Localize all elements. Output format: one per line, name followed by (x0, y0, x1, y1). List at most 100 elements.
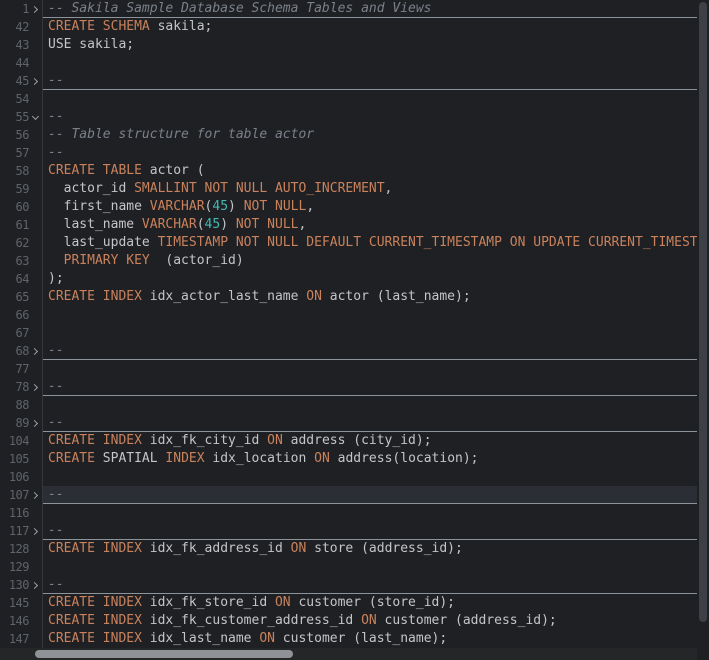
horizontal-scrollbar[interactable] (0, 648, 697, 660)
code-line-105[interactable]: 105CREATE SPATIAL INDEX idx_location ON … (0, 450, 697, 468)
code-line-147[interactable]: 147CREATE INDEX idx_last_name ON custome… (0, 630, 697, 648)
vertical-scrollbar[interactable] (697, 0, 709, 648)
code-line-44[interactable]: 44 (0, 54, 697, 72)
code-content: -- (43, 414, 697, 432)
code-line-107[interactable]: 107-- (0, 486, 697, 504)
chevron-right-icon[interactable] (29, 72, 42, 90)
code-line-43[interactable]: 43USE sakila; (0, 36, 697, 54)
line-number[interactable]: 1 (0, 0, 29, 18)
code-content (43, 558, 697, 576)
line-number[interactable]: 88 (0, 396, 29, 414)
gutter: 55 (0, 108, 43, 126)
line-number[interactable]: 146 (0, 612, 29, 630)
code-line-60[interactable]: 60 first_name VARCHAR(45) NOT NULL, (0, 198, 697, 216)
code-line-89[interactable]: 89 -- (0, 414, 697, 432)
code-line-58[interactable]: 58CREATE TABLE actor ( (0, 162, 697, 180)
line-number[interactable]: 60 (0, 198, 29, 216)
code-line-78[interactable]: 78-- (0, 378, 697, 396)
code-line-106[interactable]: 106 (0, 468, 697, 486)
line-number[interactable]: 107 (0, 486, 29, 504)
chevron-right-icon[interactable] (29, 486, 42, 504)
chevron-down-icon[interactable] (29, 108, 42, 126)
line-number[interactable]: 64 (0, 270, 29, 288)
code-content: -- (43, 522, 697, 540)
line-number[interactable]: 44 (0, 54, 29, 72)
chevron-right-icon[interactable] (29, 414, 42, 432)
line-number[interactable]: 62 (0, 234, 29, 252)
line-number[interactable]: 116 (0, 504, 29, 522)
code-line-59[interactable]: 59 actor_id SMALLINT NOT NULL AUTO_INCRE… (0, 180, 697, 198)
token-id: last_update (48, 235, 158, 250)
line-number[interactable]: 42 (0, 18, 29, 36)
code-line-77[interactable]: 77 (0, 360, 697, 378)
chevron-right-icon[interactable] (29, 378, 42, 396)
line-number[interactable]: 65 (0, 288, 29, 306)
code-line-66[interactable]: 66 (0, 306, 697, 324)
line-number[interactable]: 66 (0, 306, 29, 324)
line-number[interactable]: 128 (0, 540, 29, 558)
line-number[interactable]: 130 (0, 576, 29, 594)
code-line-54[interactable]: 54 (0, 90, 697, 108)
code-rows: 1-- Sakila Sample Database Schema Tables… (0, 0, 697, 648)
line-number[interactable]: 45 (0, 72, 29, 90)
line-number[interactable]: 58 (0, 162, 29, 180)
line-number[interactable]: 89 (0, 414, 29, 432)
code-line-42[interactable]: 42CREATE SCHEMA sakila; (0, 18, 697, 36)
line-number[interactable]: 55 (0, 108, 29, 126)
code-content (43, 360, 697, 378)
code-line-63[interactable]: 63 PRIMARY KEY (actor_id) (0, 252, 697, 270)
code-line-55[interactable]: 55-- (0, 108, 697, 126)
code-line-146[interactable]: 146CREATE INDEX idx_fk_customer_address_… (0, 612, 697, 630)
line-number[interactable]: 129 (0, 558, 29, 576)
line-number[interactable]: 145 (0, 594, 29, 612)
code-line-117[interactable]: 117 -- (0, 522, 697, 540)
line-number[interactable]: 59 (0, 180, 29, 198)
chevron-right-icon[interactable] (29, 522, 42, 540)
line-number[interactable]: 67 (0, 324, 29, 342)
code-line-65[interactable]: 65CREATE INDEX idx_actor_last_name ON ac… (0, 288, 697, 306)
code-line-67[interactable]: 67 (0, 324, 697, 342)
code-line-116[interactable]: 116 (0, 504, 697, 522)
line-number[interactable]: 68 (0, 342, 29, 360)
code-line-62[interactable]: 62 last_update TIMESTAMP NOT NULL DEFAUL… (0, 234, 697, 252)
code-line-68[interactable]: 68-- (0, 342, 697, 360)
line-number[interactable]: 56 (0, 126, 29, 144)
fold-gutter-empty (29, 252, 42, 270)
line-number[interactable]: 63 (0, 252, 29, 270)
horizontal-scrollbar-thumb[interactable] (35, 650, 293, 658)
code-line-1[interactable]: 1-- Sakila Sample Database Schema Tables… (0, 0, 697, 18)
chevron-right-icon[interactable] (29, 576, 42, 594)
line-number[interactable]: 57 (0, 144, 29, 162)
code-line-145[interactable]: 145CREATE INDEX idx_fk_store_id ON custo… (0, 594, 697, 612)
chevron-right-icon[interactable] (29, 0, 42, 18)
code-line-104[interactable]: 104CREATE INDEX idx_fk_city_id ON addres… (0, 432, 697, 450)
line-number[interactable]: 54 (0, 90, 29, 108)
line-number[interactable]: 104 (0, 432, 29, 450)
code-line-56[interactable]: 56-- Table structure for table actor (0, 126, 697, 144)
code-line-64[interactable]: 64); (0, 270, 697, 288)
code-line-128[interactable]: 128CREATE INDEX idx_fk_address_id ON sto… (0, 540, 697, 558)
code-line-61[interactable]: 61 last_name VARCHAR(45) NOT NULL, (0, 216, 697, 234)
token-kw: CREATE INDEX (48, 433, 142, 448)
vertical-scrollbar-thumb[interactable] (699, 2, 707, 622)
line-number[interactable]: 78 (0, 378, 29, 396)
line-number[interactable]: 43 (0, 36, 29, 54)
code-line-57[interactable]: 57-- (0, 144, 697, 162)
code-line-129[interactable]: 129 (0, 558, 697, 576)
line-number[interactable]: 77 (0, 360, 29, 378)
gutter: 43 (0, 36, 43, 54)
gutter: 145 (0, 594, 43, 612)
line-number[interactable]: 105 (0, 450, 29, 468)
token-id: idx_last_name (142, 631, 259, 646)
token-id: , (385, 181, 393, 196)
line-number[interactable]: 61 (0, 216, 29, 234)
line-number[interactable]: 106 (0, 468, 29, 486)
code-line-88[interactable]: 88 (0, 396, 697, 414)
code-content (43, 468, 697, 486)
gutter: 129 (0, 558, 43, 576)
code-line-45[interactable]: 45-- (0, 72, 697, 90)
code-line-130[interactable]: 130-- (0, 576, 697, 594)
chevron-right-icon[interactable] (29, 342, 42, 360)
line-number[interactable]: 147 (0, 630, 29, 648)
line-number[interactable]: 117 (0, 522, 29, 540)
